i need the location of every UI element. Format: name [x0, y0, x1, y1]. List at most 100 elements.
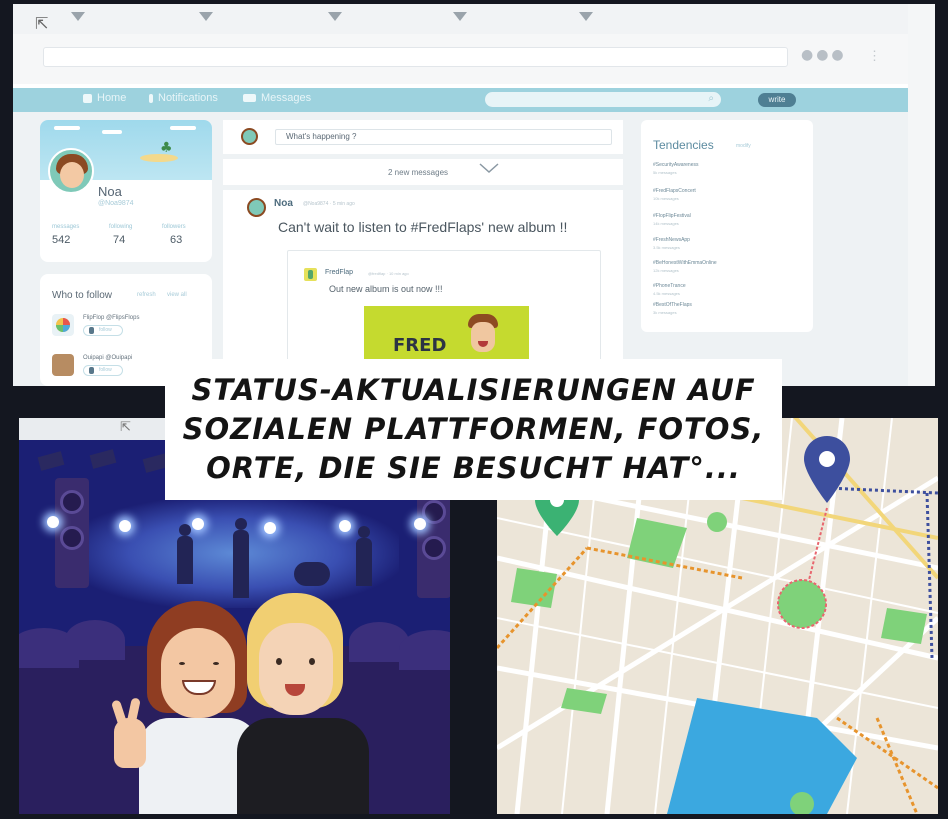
trend-count: 10k messages — [653, 196, 679, 201]
spotlight — [47, 516, 59, 528]
spotlight — [339, 520, 351, 532]
speaker-cone — [422, 500, 446, 524]
search-input[interactable]: ⌕ — [485, 92, 721, 107]
scrollbar-track[interactable] — [908, 4, 935, 386]
suggestion-avatar[interactable] — [52, 314, 74, 336]
trend-tag: #FredFlapsConcert — [653, 188, 696, 194]
suggestion-name[interactable]: Ouipapi @Ouipapi — [83, 355, 132, 361]
trend-item[interactable]: #FlopFlipFestival 14k messages — [653, 213, 803, 226]
silhouette-body — [356, 538, 372, 586]
refresh-link[interactable]: refresh — [137, 292, 156, 298]
compose-input[interactable]: What's happening ? — [275, 129, 612, 145]
chevron-down-icon — [479, 163, 499, 174]
stat-value: 74 — [113, 234, 126, 246]
quoted-meta: @fredflap · 10 min ago — [368, 271, 409, 276]
browser-menu-icon[interactable]: ⋮ — [868, 48, 881, 64]
mouse-cursor-icon: ⇱ — [120, 420, 131, 435]
nav-home-label: Home — [97, 92, 127, 104]
follow-button-label: follow — [99, 327, 112, 333]
stat-value: 542 — [52, 234, 71, 246]
stat-label: following — [109, 224, 133, 230]
cloud-shape — [54, 126, 80, 130]
nav-home[interactable]: Home — [83, 92, 126, 104]
trend-count: 5k messages — [653, 170, 677, 175]
home-icon — [83, 93, 92, 103]
caption-line: SOZIALEN PLATTFORMEN, FOTOS, — [182, 412, 765, 446]
singer-illustration — [468, 314, 498, 354]
band-member-silhouette — [175, 524, 195, 584]
trend-tag: #SecurityAwareness — [653, 162, 699, 168]
avatar — [241, 128, 258, 145]
silhouette-body — [177, 536, 193, 584]
trend-item[interactable]: #PhoneTrance 4.5k messages — [653, 283, 803, 296]
post-author[interactable]: Noa — [274, 198, 293, 209]
stage-light-icon — [89, 449, 117, 469]
spotlight — [264, 522, 276, 534]
boy-shirt — [237, 718, 369, 814]
follow-button[interactable]: follow — [83, 365, 123, 376]
spotlight — [414, 518, 426, 530]
silhouette-head — [179, 524, 191, 536]
address-bar[interactable] — [43, 47, 788, 67]
tab-notch-icon — [199, 12, 213, 21]
palm-tree-icon: ♣ — [160, 140, 173, 156]
trend-count: 14k messages — [653, 221, 679, 226]
profile-card: ♣ Noa @Noa9874 messages 542 following 74… — [40, 120, 212, 262]
speaker-stack — [55, 478, 89, 588]
album-cover-image[interactable]: FRED — [364, 306, 529, 366]
avatar[interactable] — [48, 148, 94, 194]
stat-label: followers — [162, 224, 186, 230]
avatar[interactable] — [247, 198, 266, 217]
modify-link[interactable]: modify — [736, 143, 751, 149]
trend-item[interactable]: #FredFlapsConcert 10k messages — [653, 188, 803, 201]
speaker-cone — [60, 526, 84, 550]
mouse-cursor-icon: ⇱ — [35, 14, 49, 33]
silhouette-body — [233, 530, 249, 598]
tab-notch-icon — [579, 12, 593, 21]
caption-text: STATUS-AKTUALISIERUNGEN AUF SOZIALEN PLA… — [165, 371, 782, 488]
tab-notch-icon — [71, 12, 85, 21]
trend-count: 3k messages — [653, 310, 677, 315]
cloud-shape — [170, 126, 196, 130]
profile-handle: @Noa9874 — [98, 200, 134, 207]
silhouette-head — [358, 526, 370, 538]
quoted-text: Out new album is out now !!! — [329, 284, 443, 294]
trend-tag: #FreshNewsApp — [653, 237, 690, 243]
trend-count: 12k messages — [653, 268, 679, 273]
trend-item[interactable]: #BeHonestWithEmmaOnline 12k messages — [653, 260, 803, 273]
girl-eye — [213, 662, 219, 665]
nav-messages[interactable]: Messages — [243, 92, 311, 104]
follow-suggestion: FlipFlop @FlipsFlops follow — [52, 314, 202, 344]
trend-tag: #BeHonestWithEmmaOnline — [653, 260, 717, 266]
girl-eye — [179, 662, 185, 665]
boy-face — [259, 623, 333, 715]
view-all-link[interactable]: view all — [167, 292, 187, 298]
nav-messages-label: Messages — [261, 92, 312, 104]
trend-item[interactable]: #FreshNewsApp 3.5k messages — [653, 237, 803, 250]
post-card: Noa @Noa9874 · 5 min ago Can't wait to l… — [223, 190, 623, 386]
roundabout-park — [777, 579, 827, 629]
speaker-cone — [422, 536, 446, 560]
trend-tag: #PhoneTrance — [653, 283, 686, 289]
suggestion-name[interactable]: FlipFlop @FlipsFlops — [83, 315, 139, 321]
band-member-silhouette — [231, 518, 251, 598]
suggestion-avatar[interactable] — [52, 354, 74, 376]
social-network-browser-window: ⇱ ●●● ⋮ Home Notifications Messages ⌕ wr… — [13, 4, 935, 386]
video-frame: ⇱ ●●● ⋮ Home Notifications Messages ⌕ wr… — [0, 0, 948, 819]
new-messages-banner[interactable]: 2 new messages — [223, 159, 623, 185]
new-messages-label: 2 new messages — [388, 168, 449, 177]
quoted-author[interactable]: FredFlap — [325, 269, 353, 276]
stage-light-icon — [37, 451, 65, 471]
park-shape — [881, 608, 927, 644]
profile-name[interactable]: Noa — [98, 184, 122, 199]
trend-item[interactable]: #SecurityAwareness 5k messages — [653, 162, 803, 175]
trend-item[interactable]: #BestOfTheFlaps 3k messages — [653, 302, 803, 315]
nav-notifications[interactable]: Notifications — [149, 92, 218, 104]
site-navbar: Home Notifications Messages ⌕ write — [13, 88, 908, 112]
spotlight — [119, 520, 131, 532]
follow-button[interactable]: follow — [83, 325, 123, 336]
write-button[interactable]: write — [758, 93, 796, 107]
pie-logo-icon — [56, 318, 70, 332]
stat-value: 63 — [170, 234, 183, 246]
tendencies-title: Tendencies — [653, 138, 714, 152]
